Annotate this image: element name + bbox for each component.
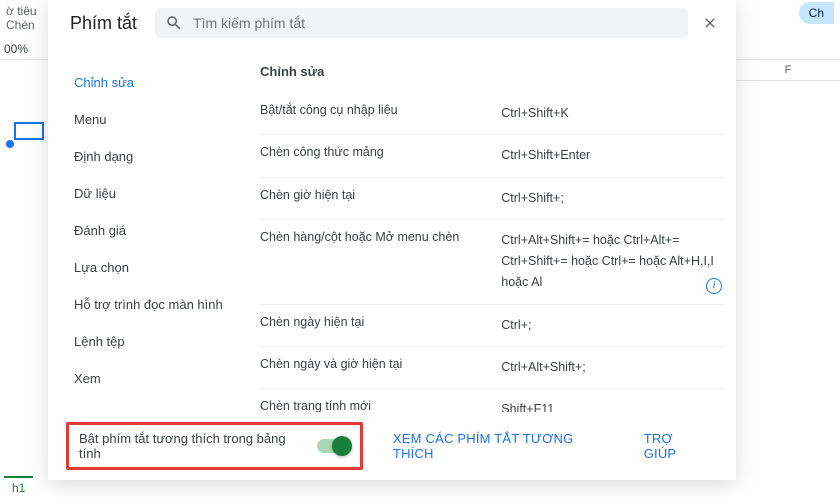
close-icon <box>702 15 718 31</box>
shortcut-keys: Ctrl+Shift+; <box>501 188 724 209</box>
sidebar-item[interactable]: Lựa chọn <box>70 249 234 286</box>
shortcut-row: Chèn trang tính mớiShift+F11Alt+Shift+F1… <box>260 389 724 412</box>
sidebar-item[interactable]: Menu <box>70 101 234 138</box>
sidebar-item[interactable]: Chỉnh sửa <box>70 64 234 101</box>
category-sidebar[interactable]: Chỉnh sửaMenuĐịnh dạngDữ liệuĐánh giáLựa… <box>70 46 242 412</box>
bg-menu-fragment: ờ tiêu Chèn <box>0 0 43 36</box>
zoom-level[interactable]: 00% <box>4 42 28 56</box>
dialog-header: Phím tắt <box>48 0 736 46</box>
keyboard-shortcuts-dialog: Phím tắt Chỉnh sửaMenuĐịnh dạngDữ liệuĐá… <box>48 0 736 480</box>
shortcut-keys: Ctrl+Shift+Enter <box>501 145 724 166</box>
shortcut-label: Chèn ngày hiện tại <box>260 315 501 329</box>
search-input[interactable] <box>193 15 678 31</box>
compat-toggle-label: Bật phím tắt tương thích trong bảng tính <box>79 431 307 461</box>
shortcut-row: Chèn công thức mảngCtrl+Shift+Enter <box>260 135 724 177</box>
close-button[interactable] <box>696 9 724 37</box>
sidebar-item[interactable]: Xem <box>70 360 234 397</box>
shortcut-label: Chèn công thức mảng <box>260 145 501 159</box>
shortcut-row: Chèn giờ hiện tạiCtrl+Shift+; <box>260 178 724 220</box>
sidebar-item[interactable]: Hỗ trợ trình đọc màn hình <box>70 286 234 323</box>
sidebar-item[interactable]: Lệnh tệp <box>70 323 234 360</box>
cell-selection-handle[interactable] <box>6 140 14 148</box>
share-button-fragment[interactable]: Ch <box>799 2 834 24</box>
compat-toggle-highlight: Bật phím tắt tương thích trong bảng tính <box>66 422 363 470</box>
dialog-title: Phím tắt <box>70 13 137 34</box>
active-cell-outline <box>14 122 44 140</box>
info-icon[interactable]: i <box>706 278 722 294</box>
search-icon <box>165 14 183 32</box>
shortcut-label: Chèn ngày và giờ hiện tại <box>260 357 501 371</box>
help-link[interactable]: Trợ giúp <box>634 425 718 467</box>
shortcut-keys: Ctrl+Alt+Shift+= hoặc Ctrl+Alt+=Ctrl+Shi… <box>501 230 724 294</box>
shortcut-row: Chèn ngày hiện tạiCtrl+; <box>260 305 724 347</box>
sidebar-item[interactable]: Dữ liệu <box>70 175 234 212</box>
toggle-knob <box>332 436 352 456</box>
section-heading: Chỉnh sửa <box>260 64 724 93</box>
shortcut-label: Chèn giờ hiện tại <box>260 188 501 202</box>
sheet-tab[interactable]: h1 <box>4 476 33 498</box>
column-header-f[interactable]: F <box>736 60 840 81</box>
shortcut-label: Chèn hàng/cột hoặc Mở menu chèn <box>260 230 501 244</box>
shortcut-row: Bật/tắt công cụ nhập liệuCtrl+Shift+K <box>260 93 724 135</box>
sidebar-item[interactable]: Định dạng <box>70 138 234 175</box>
shortcut-keys: Ctrl+Shift+K <box>501 103 724 124</box>
view-compat-shortcuts-link[interactable]: Xem các phím tắt tương thích <box>383 425 624 467</box>
sidebar-item[interactable]: Đánh giá <box>70 212 234 249</box>
shortcut-keys: Ctrl+; <box>501 315 724 336</box>
shortcut-list[interactable]: Chỉnh sửa Bật/tắt công cụ nhập liệuCtrl+… <box>242 46 736 412</box>
shortcut-row: Chèn ngày và giờ hiện tạiCtrl+Alt+Shift+… <box>260 347 724 389</box>
shortcut-keys: Ctrl+Alt+Shift+; <box>501 357 724 378</box>
shortcut-label: Bật/tắt công cụ nhập liệu <box>260 103 501 117</box>
shortcut-row: Chèn hàng/cột hoặc Mở menu chènCtrl+Alt+… <box>260 220 724 305</box>
compat-toggle[interactable] <box>317 439 350 453</box>
dialog-body: Chỉnh sửaMenuĐịnh dạngDữ liệuĐánh giáLựa… <box>48 46 736 412</box>
shortcut-label: Chèn trang tính mới <box>260 399 501 412</box>
shortcut-keys: Shift+F11Alt+Shift+F1 hoặc Alt+H,I,S hoặ… <box>501 399 724 412</box>
dialog-footer: Bật phím tắt tương thích trong bảng tính… <box>48 412 736 480</box>
spreadsheet-grid: F <box>735 60 840 480</box>
search-field[interactable] <box>155 8 688 38</box>
